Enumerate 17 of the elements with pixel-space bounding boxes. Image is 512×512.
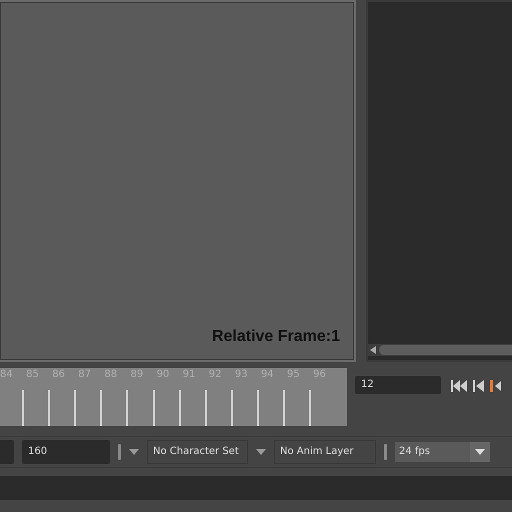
anim-layer-menu-icon[interactable] — [256, 448, 266, 456]
anim-layer-field[interactable]: No Anim Layer — [274, 440, 376, 464]
horizontal-scrollbar[interactable] — [368, 344, 512, 356]
key-marker-icon[interactable] — [490, 378, 501, 394]
character-set-field[interactable]: No Character Set — [147, 440, 248, 464]
go-to-start-icon[interactable] — [451, 380, 467, 392]
relative-frame-label: Relative Frame:1 — [212, 328, 340, 346]
range-end-field[interactable]: 160 — [22, 440, 110, 464]
range-start-field[interactable] — [0, 440, 14, 464]
dropdown-arrow-icon — [475, 449, 485, 455]
character-set-menu-icon[interactable] — [129, 448, 139, 456]
scroll-left-icon[interactable] — [370, 346, 376, 354]
step-back-icon[interactable] — [473, 380, 484, 392]
current-frame-field[interactable]: 12 — [355, 376, 441, 394]
fps-dropdown[interactable]: 24 fps — [395, 442, 490, 462]
range-handle[interactable] — [118, 444, 121, 460]
layer-handle[interactable] — [384, 444, 387, 460]
